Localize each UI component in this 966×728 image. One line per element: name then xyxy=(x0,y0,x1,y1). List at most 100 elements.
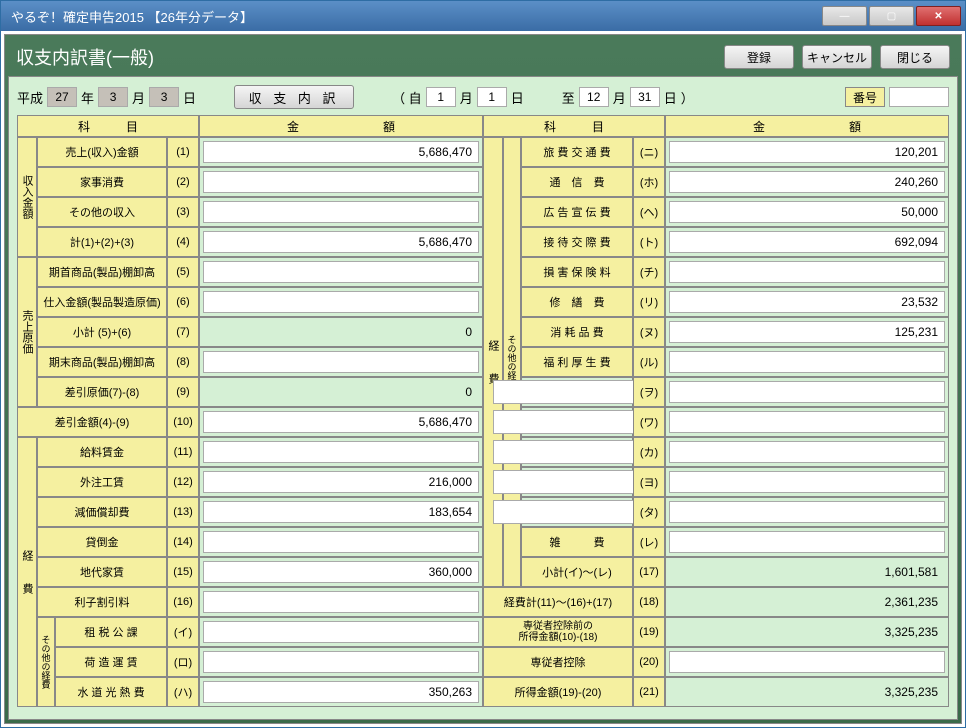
bangou-field[interactable] xyxy=(889,87,949,107)
row-num: (14) xyxy=(167,527,199,557)
amount-field[interactable] xyxy=(669,381,945,403)
amount-field[interactable] xyxy=(203,351,479,373)
amount-field[interactable] xyxy=(669,651,945,673)
window-close-button[interactable]: ✕ xyxy=(916,6,961,26)
row-num: (カ) xyxy=(633,437,665,467)
row-num: (4) xyxy=(167,227,199,257)
table-row: 水 道 光 熱 費(ハ) xyxy=(55,677,483,707)
row-label: 通 信 費 xyxy=(521,167,633,197)
amount-field xyxy=(669,591,945,613)
row-label: 減価償却費 xyxy=(37,497,167,527)
amount-field[interactable] xyxy=(669,291,945,313)
table-row: 旅 費 交 通 費(ニ) xyxy=(521,137,949,167)
amount-field[interactable] xyxy=(669,141,945,163)
from-month-field[interactable] xyxy=(426,87,456,107)
amount-field[interactable] xyxy=(203,531,479,553)
row-num: (ル) xyxy=(633,347,665,377)
year-field[interactable] xyxy=(47,87,77,107)
content-area: 平成 年 月 日 収 支 内 訳 （ 自 月 日 至 月 日 xyxy=(8,76,958,720)
row-num: (13) xyxy=(167,497,199,527)
to-month-field[interactable] xyxy=(579,87,609,107)
amount-field[interactable] xyxy=(203,141,479,163)
row-label: その他の収入 xyxy=(37,197,167,227)
main-grid: 科 目 金 額 収入金額売上(収入)金額(1)家事消費(2)その他の収入(3)計… xyxy=(17,115,949,713)
window-title: やるぞ！確定申告2015 【26年分データ】 xyxy=(11,7,253,26)
amount-field[interactable] xyxy=(669,261,945,283)
page-header: 収支内訳書(一般) 登録 キャンセル 閉じる xyxy=(8,38,958,76)
row-num: (7) xyxy=(167,317,199,347)
row-label: 所得金額(19)-(20) xyxy=(483,677,633,707)
register-button[interactable]: 登録 xyxy=(724,45,794,69)
vcat-sonota: その他の経費 xyxy=(37,617,55,707)
amount-field[interactable] xyxy=(203,561,479,583)
amount-field xyxy=(203,381,479,403)
row-num: (ホ) xyxy=(633,167,665,197)
amount-field[interactable] xyxy=(669,471,945,493)
amount-field[interactable] xyxy=(203,291,479,313)
row-num: (ト) xyxy=(633,227,665,257)
header-kingaku-left: 金 額 xyxy=(199,115,483,137)
row-label: 外注工賃 xyxy=(37,467,167,497)
row-num: (12) xyxy=(167,467,199,497)
amount-field[interactable] xyxy=(669,411,945,433)
table-row: 利子割引料(16) xyxy=(37,587,483,617)
close-button[interactable]: 閉じる xyxy=(880,45,950,69)
amount-field[interactable] xyxy=(203,201,479,223)
amount-field[interactable] xyxy=(203,411,479,433)
amount-field[interactable] xyxy=(203,621,479,643)
amount-field[interactable] xyxy=(203,501,479,523)
breakdown-button[interactable]: 収 支 内 訳 xyxy=(234,85,354,109)
amount-field[interactable] xyxy=(203,471,479,493)
amount-field[interactable] xyxy=(203,681,479,703)
cancel-button[interactable]: キャンセル xyxy=(802,45,872,69)
table-row: 期末商品(製品)棚卸高(8) xyxy=(37,347,483,377)
day-field[interactable] xyxy=(149,87,179,107)
table-row: (カ) xyxy=(521,437,949,467)
minimize-button[interactable]: — xyxy=(822,6,867,26)
amount-field[interactable] xyxy=(669,171,945,193)
header-kamoku-right: 科 目 xyxy=(483,115,665,137)
table-row: 外注工賃(12) xyxy=(37,467,483,497)
row-num: (10) xyxy=(167,407,199,437)
row-label: 専従者控除 xyxy=(483,647,633,677)
amount-field[interactable] xyxy=(203,651,479,673)
row-label: 租 税 公 課 xyxy=(55,617,167,647)
amount-field[interactable] xyxy=(669,501,945,523)
row-num: (18) xyxy=(633,587,665,617)
year-label: 年 xyxy=(81,88,94,107)
to-prefix: 至 xyxy=(562,88,575,107)
amount-field xyxy=(669,681,945,703)
month-field[interactable] xyxy=(98,87,128,107)
amount-field[interactable] xyxy=(669,351,945,373)
row-num: (15) xyxy=(167,557,199,587)
to-day-field[interactable] xyxy=(630,87,660,107)
amount-field[interactable] xyxy=(669,531,945,553)
amount-field[interactable] xyxy=(669,321,945,343)
amount-field[interactable] xyxy=(203,261,479,283)
row-num: (ヨ) xyxy=(633,467,665,497)
from-day-field[interactable] xyxy=(477,87,507,107)
row-label: 計(1)+(2)+(3) xyxy=(37,227,167,257)
row-num: (21) xyxy=(633,677,665,707)
amount-field[interactable] xyxy=(669,201,945,223)
month-label: 月 xyxy=(132,88,145,107)
amount-field[interactable] xyxy=(203,591,479,613)
row-label: 利子割引料 xyxy=(37,587,167,617)
amount-field[interactable] xyxy=(669,441,945,463)
amount-field[interactable] xyxy=(203,441,479,463)
maximize-button[interactable]: ▢ xyxy=(869,6,914,26)
row-num: (19) xyxy=(633,617,665,647)
amount-field[interactable] xyxy=(669,231,945,253)
row-num: (ヘ) xyxy=(633,197,665,227)
table-row: 家事消費(2) xyxy=(37,167,483,197)
amount-field[interactable] xyxy=(203,171,479,193)
table-row: (タ) xyxy=(521,497,949,527)
row-num: (ヲ) xyxy=(633,377,665,407)
table-row: 荷 造 運 賃(ロ) xyxy=(55,647,483,677)
row-label: 専従者控除前の所得金額(10)-(18) xyxy=(483,617,633,647)
amount-field[interactable] xyxy=(203,231,479,253)
table-row: 地代家賃(15) xyxy=(37,557,483,587)
row-num: (チ) xyxy=(633,257,665,287)
row-num: (ワ) xyxy=(633,407,665,437)
vcat-keihi: 経 費 xyxy=(17,437,37,707)
